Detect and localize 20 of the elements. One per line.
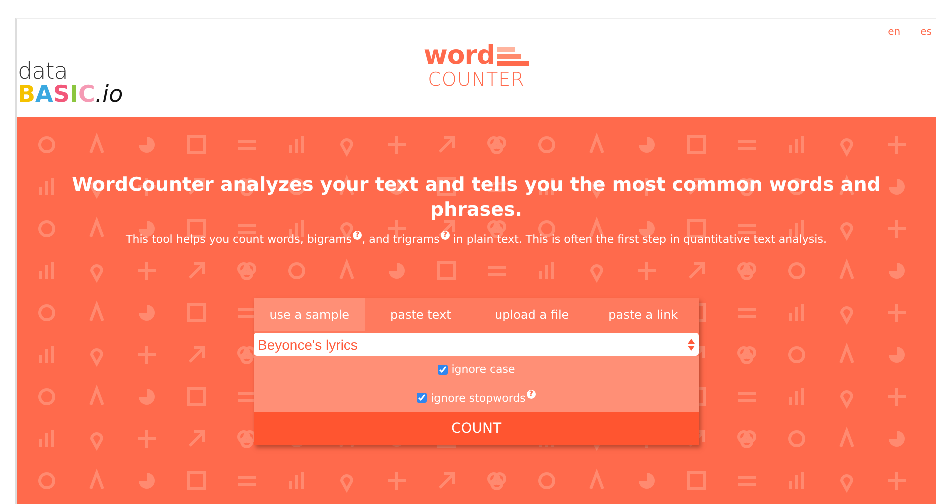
- dropdown-arrows-icon: [688, 338, 695, 350]
- language-link[interactable]: es: [920, 27, 932, 38]
- language-link[interactable]: en: [888, 27, 901, 38]
- sample-dropdown[interactable]: Beyonce's lyrics: [254, 333, 699, 356]
- stacked-bars-icon: [497, 47, 530, 69]
- option-label: ignore stopwords$^{?}$: [431, 390, 536, 405]
- option-label: ignore case: [452, 363, 516, 376]
- checkbox[interactable]: [438, 364, 448, 374]
- tab[interactable]: paste a link: [588, 298, 699, 331]
- app-logo-word: word: [424, 43, 496, 69]
- logo-wordmark: BASIC.io: [18, 84, 124, 107]
- tab[interactable]: use a sample: [254, 298, 366, 331]
- description: This tool helps you count words, bigrams$^{?}$, and trigrams$^{?}$ in plain text. This is often the first step in quantitative text analysis.: [126, 231, 827, 246]
- headline: WordCounter analyzes your text and tells you the most common words and phrases.: [71, 173, 882, 223]
- checkbox[interactable]: [417, 392, 428, 402]
- tab[interactable]: paste text: [365, 298, 476, 331]
- logo-text: data: [18, 61, 68, 84]
- tab[interactable]: upload a file: [476, 298, 588, 331]
- count-button[interactable]: COUNT: [254, 412, 699, 445]
- app-logo-subtitle: COUNTER: [428, 69, 525, 92]
